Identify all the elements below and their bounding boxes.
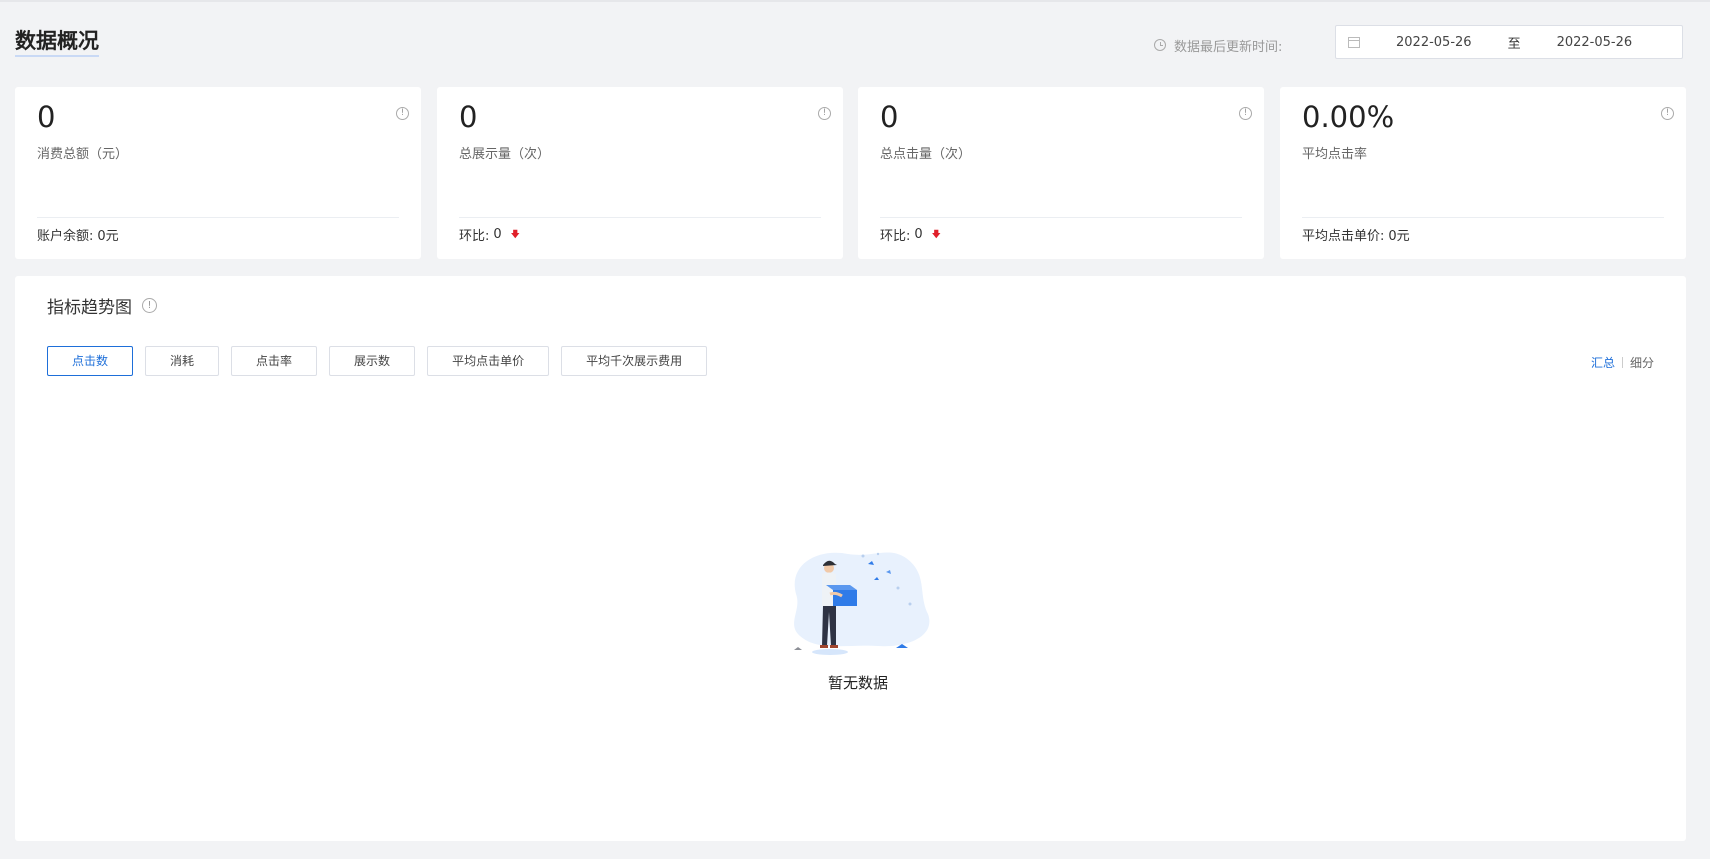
footer-label: 账户余额: <box>37 229 94 244</box>
trend-title-wrap: 指标趋势图 ! <box>47 293 157 318</box>
footer-label: 环比: <box>459 229 490 244</box>
stat-card-total-spend: 0 消费总额（元） ! 账户余额: 0元 <box>15 87 421 259</box>
footer-label: 平均点击单价: <box>1302 229 1385 244</box>
stat-name: 总点击量（次） <box>880 147 972 162</box>
date-start[interactable]: 2022-05-26 <box>1396 35 1472 50</box>
card-divider <box>459 217 821 218</box>
page-title: 数据概况 <box>15 28 99 57</box>
footer-value: 0元 <box>97 229 119 244</box>
stat-value: 0 <box>459 100 478 134</box>
footer-label: 环比: <box>880 229 911 244</box>
card-divider <box>37 217 399 218</box>
view-detail-link[interactable]: 细分 <box>1630 354 1654 371</box>
info-icon[interactable]: ! <box>1661 107 1674 120</box>
info-icon[interactable]: ! <box>1239 107 1252 120</box>
last-update-info: 数据最后更新时间: <box>1154 34 1282 56</box>
stat-card-avg-ctr: 0.00% 平均点击率 ! 平均点击单价: 0元 <box>1280 87 1686 259</box>
tab-impressions[interactable]: 展示数 <box>329 346 416 376</box>
date-range-picker[interactable]: 2022-05-26 至 2022-05-26 <box>1335 25 1683 59</box>
arrow-down-icon: 🡇 <box>931 229 941 240</box>
stat-name: 平均点击率 <box>1302 147 1368 162</box>
tab-ctr[interactable]: 点击率 <box>231 346 318 376</box>
footer-value: 0 <box>914 227 923 242</box>
date-end[interactable]: 2022-05-26 <box>1557 35 1633 50</box>
tab-avg-cpm[interactable]: 平均千次展示费用 <box>561 346 708 376</box>
stat-card-impressions: 0 总展示量（次） ! 环比: 0 🡇 <box>437 87 843 259</box>
date-separator: 至 <box>1507 36 1521 52</box>
arrow-down-icon: 🡇 <box>510 229 520 240</box>
empty-state-text: 暂无数据 <box>827 674 888 692</box>
stat-name: 消费总额（元） <box>37 147 129 162</box>
card-footer: 账户余额: 0元 <box>37 225 119 244</box>
view-summary-link[interactable]: 汇总 <box>1591 354 1615 371</box>
footer-value: 0元 <box>1388 229 1410 244</box>
trend-panel: 指标趋势图 ! 点击数 消耗 点击率 展示数 平均点击单价 平均千次展示费用 汇… <box>15 276 1686 841</box>
tab-clicks[interactable]: 点击数 <box>47 346 134 376</box>
metric-tabs: 点击数 消耗 点击率 展示数 平均点击单价 平均千次展示费用 <box>47 346 708 376</box>
empty-state: 暂无数据 <box>773 544 943 693</box>
info-icon[interactable]: ! <box>396 107 409 120</box>
trend-title: 指标趋势图 <box>47 298 132 318</box>
clock-icon <box>1154 39 1166 51</box>
info-icon[interactable]: ! <box>142 298 157 313</box>
tab-spend[interactable]: 消耗 <box>145 346 220 376</box>
card-footer: 环比: 0 🡇 <box>880 225 941 244</box>
toggle-divider <box>1621 357 1623 368</box>
card-footer: 平均点击单价: 0元 <box>1302 225 1410 244</box>
card-divider <box>880 217 1242 218</box>
stat-card-clicks: 0 总点击量（次） ! 环比: 0 🡇 <box>858 87 1264 259</box>
stat-value: 0 <box>880 100 899 134</box>
card-divider <box>1302 217 1664 218</box>
empty-box-illustration-icon <box>794 552 930 655</box>
tab-avg-cpc[interactable]: 平均点击单价 <box>427 346 550 376</box>
info-icon[interactable]: ! <box>818 107 831 120</box>
calendar-icon <box>1348 36 1360 48</box>
view-toggle: 汇总 细分 <box>1591 354 1654 371</box>
stat-value: 0 <box>37 100 56 134</box>
stat-name: 总展示量（次） <box>459 147 551 162</box>
stat-value: 0.00% <box>1302 100 1395 134</box>
last-update-label: 数据最后更新时间: <box>1174 39 1283 55</box>
card-footer: 环比: 0 🡇 <box>459 225 520 244</box>
footer-value: 0 <box>493 227 502 242</box>
top-border <box>0 0 1710 2</box>
